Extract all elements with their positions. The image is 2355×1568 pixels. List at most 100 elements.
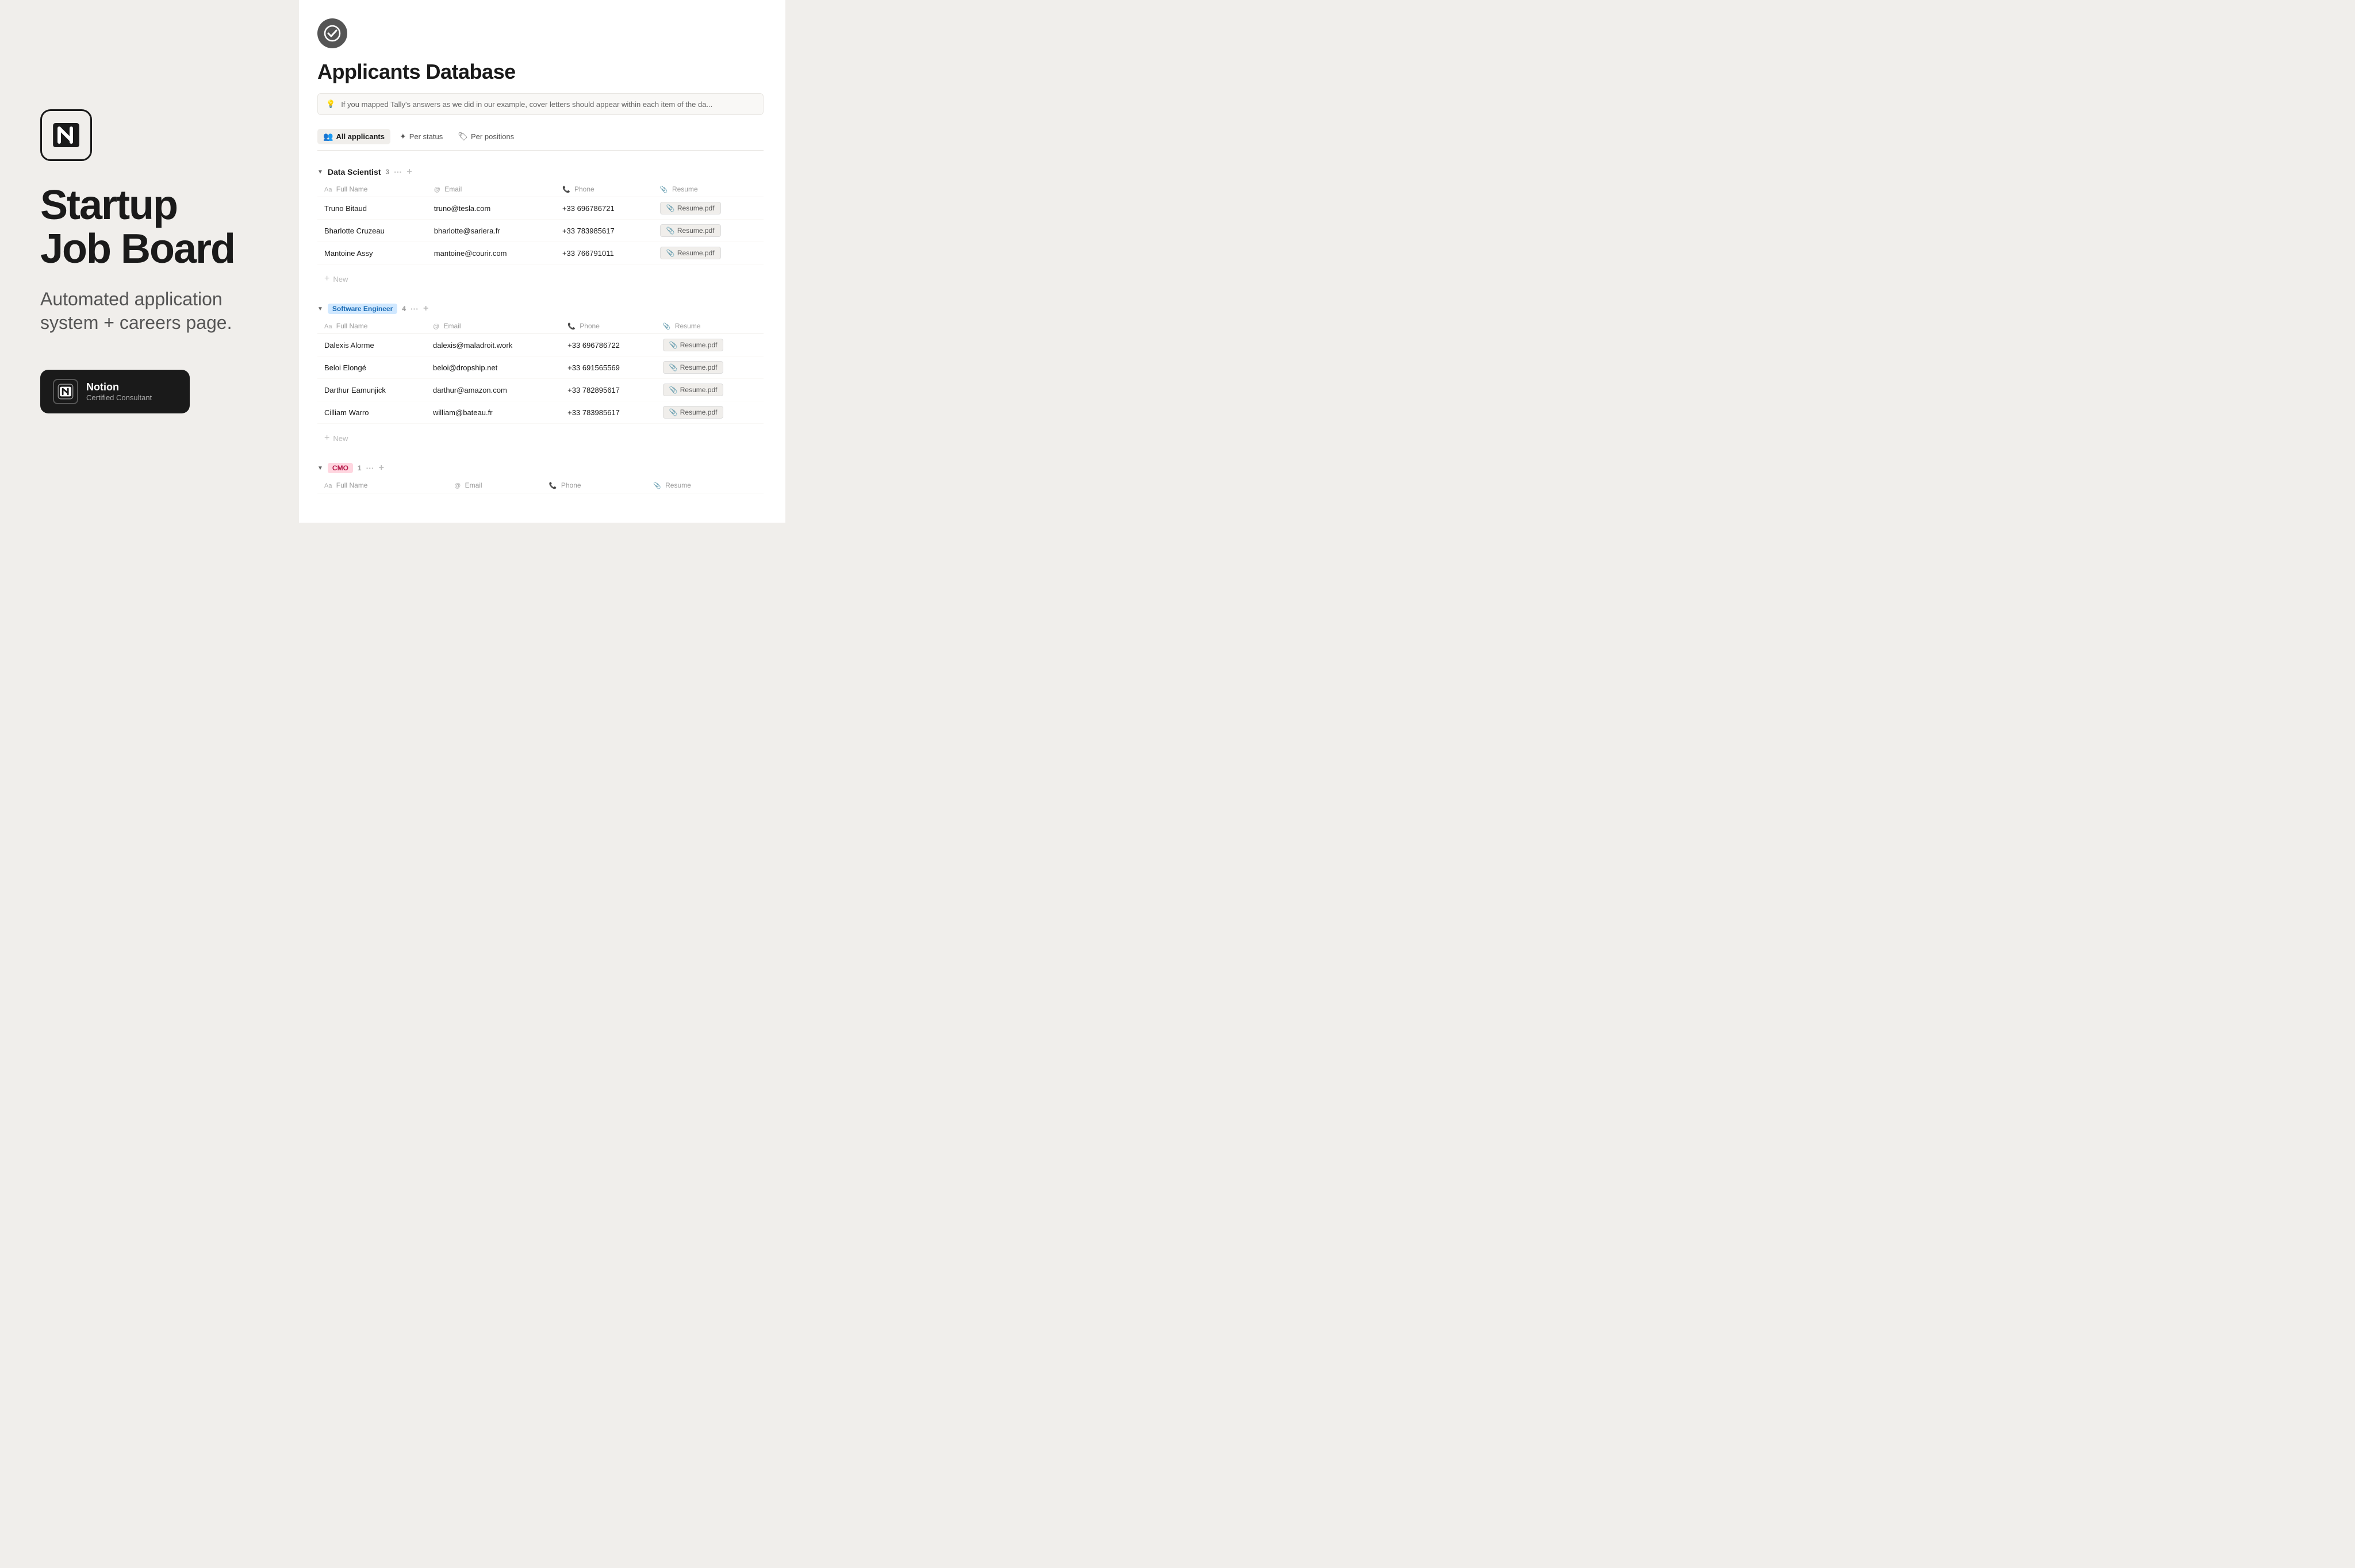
section-plus-cmo[interactable]: + [379,463,384,473]
plus-icon-se: + [324,433,329,443]
badge-certified-label: Certified Consultant [86,393,152,402]
cell-resume: 📎Resume.pdf [653,242,764,264]
section-dots-cmo: ··· [366,463,374,473]
col-header-resume-cmo: 📎 Resume [646,478,764,493]
cell-email: dalexis@maladroit.work [426,334,561,356]
hint-box: 💡 If you mapped Tally's answers as we di… [317,93,764,115]
table-cmo: Aa Full Name @ Email 📞 Phone 📎 Resume [317,478,764,493]
new-row-se[interactable]: + New [317,428,764,448]
cell-resume: 📎Resume.pdf [656,334,764,356]
tab-all-label: All applicants [336,132,385,141]
badge-notion-label: Notion [86,381,152,393]
triangle-icon-cmo: ▼ [317,465,323,471]
cell-phone: +33 696786722 [561,334,656,356]
table-row[interactable]: Truno Bitaud truno@tesla.com +33 6967867… [317,197,764,220]
col-header-email-se: @ Email [426,319,561,334]
paperclip-icon: 📎 [669,363,678,371]
col-header-email-ds: @ Email [427,182,555,197]
section-count-ds: 3 [386,168,390,176]
tablet-mockup: Applicants Database 💡 If you mapped Tall… [299,0,785,523]
table-row[interactable]: Mantoine Assy mantoine@courir.com +33 76… [317,242,764,264]
section-count-cmo: 1 [358,464,362,472]
section-plus-se[interactable]: + [423,304,428,314]
tab-status-icon: ✦ [400,132,406,141]
paperclip-icon: 📎 [669,341,678,349]
cell-email: truno@tesla.com [427,197,555,220]
notion-content: Applicants Database 💡 If you mapped Tall… [299,0,785,523]
cell-name: Darthur Eamunjick [317,379,426,401]
section-name-ds: Data Scientist [328,167,381,177]
cell-name: Truno Bitaud [317,197,427,220]
tablet-screen: Applicants Database 💡 If you mapped Tall… [299,0,785,523]
db-icon-circle [317,18,347,48]
table-row[interactable]: Darthur Eamunjick darthur@amazon.com +33… [317,379,764,401]
cell-name: Cilliam Warro [317,401,426,424]
main-title: Startup Job Board [40,184,259,271]
col-header-phone-ds: 📞 Phone [555,182,653,197]
new-row-ds[interactable]: + New [317,269,764,289]
triangle-icon-se: ▼ [317,306,323,312]
hint-icon: 💡 [326,99,335,109]
badge-text: Notion Certified Consultant [86,381,152,402]
col-header-phone-se: 📞 Phone [561,319,656,334]
section-software-engineer: ▼ Software Engineer 4 ··· + Aa Full Name… [317,299,764,448]
cell-name: Mantoine Assy [317,242,427,264]
paperclip-icon: 📎 [666,249,675,257]
section-count-se: 4 [402,305,406,313]
section-dots-se: ··· [411,304,419,313]
subtitle: Automated application system + careers p… [40,287,259,335]
section-header-cmo: ▼ CMO 1 ··· + [317,458,764,478]
table-row[interactable]: Beloi Elongé beloi@dropship.net +33 6915… [317,356,764,379]
cell-phone: +33 691565569 [561,356,656,379]
section-dots-ds: ··· [394,167,402,177]
plus-icon-ds: + [324,274,329,284]
db-title: Applicants Database [317,60,764,84]
notion-logo-box [40,109,92,161]
table-data-scientist: Aa Full Name @ Email 📞 Phone 📎 Resume Tr… [317,182,764,264]
tabs-row: 👥 All applicants ✦ Per status 🏷 Per posi… [317,129,764,151]
table-row[interactable]: Cilliam Warro william@bateau.fr +33 7839… [317,401,764,424]
col-header-email-cmo: @ Email [447,478,542,493]
cell-email: beloi@dropship.net [426,356,561,379]
cell-phone: +33 696786721 [555,197,653,220]
cell-email: darthur@amazon.com [426,379,561,401]
cell-email: bharlotte@sariera.fr [427,220,555,242]
section-header-ds: ▼ Data Scientist 3 ··· + [317,162,764,182]
col-header-resume-ds: 📎 Resume [653,182,764,197]
section-badge-cmo: CMO [328,463,353,473]
section-plus-ds[interactable]: + [406,167,412,177]
section-data-scientist: ▼ Data Scientist 3 ··· + Aa Full Name @ … [317,162,764,289]
cell-resume: 📎Resume.pdf [653,197,764,220]
tab-per-status[interactable]: ✦ Per status [394,129,448,144]
checkmark-icon [324,25,341,42]
cell-phone: +33 783985617 [561,401,656,424]
left-panel: Startup Job Board Automated application … [0,0,299,523]
tab-all-applicants[interactable]: 👥 All applicants [317,129,390,144]
col-header-resume-se: 📎 Resume [656,319,764,334]
right-panel: Applicants Database 💡 If you mapped Tall… [299,0,785,523]
cell-name: Bharlotte Cruzeau [317,220,427,242]
paperclip-icon: 📎 [666,227,675,235]
table-row[interactable]: Dalexis Alorme dalexis@maladroit.work +3… [317,334,764,356]
col-header-name-se: Aa Full Name [317,319,426,334]
table-row[interactable]: Bharlotte Cruzeau bharlotte@sariera.fr +… [317,220,764,242]
col-header-name-ds: Aa Full Name [317,182,427,197]
tab-status-label: Per status [409,132,443,141]
cell-phone: +33 782895617 [561,379,656,401]
section-badge-se: Software Engineer [328,304,397,314]
col-header-phone-cmo: 📞 Phone [542,478,646,493]
paperclip-icon: 📎 [669,408,678,416]
cell-resume: 📎Resume.pdf [656,356,764,379]
notion-logo-svg [49,118,83,152]
cell-email: william@bateau.fr [426,401,561,424]
section-header-se: ▼ Software Engineer 4 ··· + [317,299,764,319]
paperclip-icon: 📎 [666,204,675,212]
new-label-se: New [333,434,348,443]
col-header-name-cmo: Aa Full Name [317,478,447,493]
tab-per-positions[interactable]: 🏷 Per positions [452,129,520,144]
cell-name: Beloi Elongé [317,356,426,379]
paperclip-icon: 📎 [669,386,678,394]
new-label-ds: New [333,275,348,283]
tab-positions-icon: 🏷 [458,132,468,141]
tab-positions-label: Per positions [471,132,514,141]
